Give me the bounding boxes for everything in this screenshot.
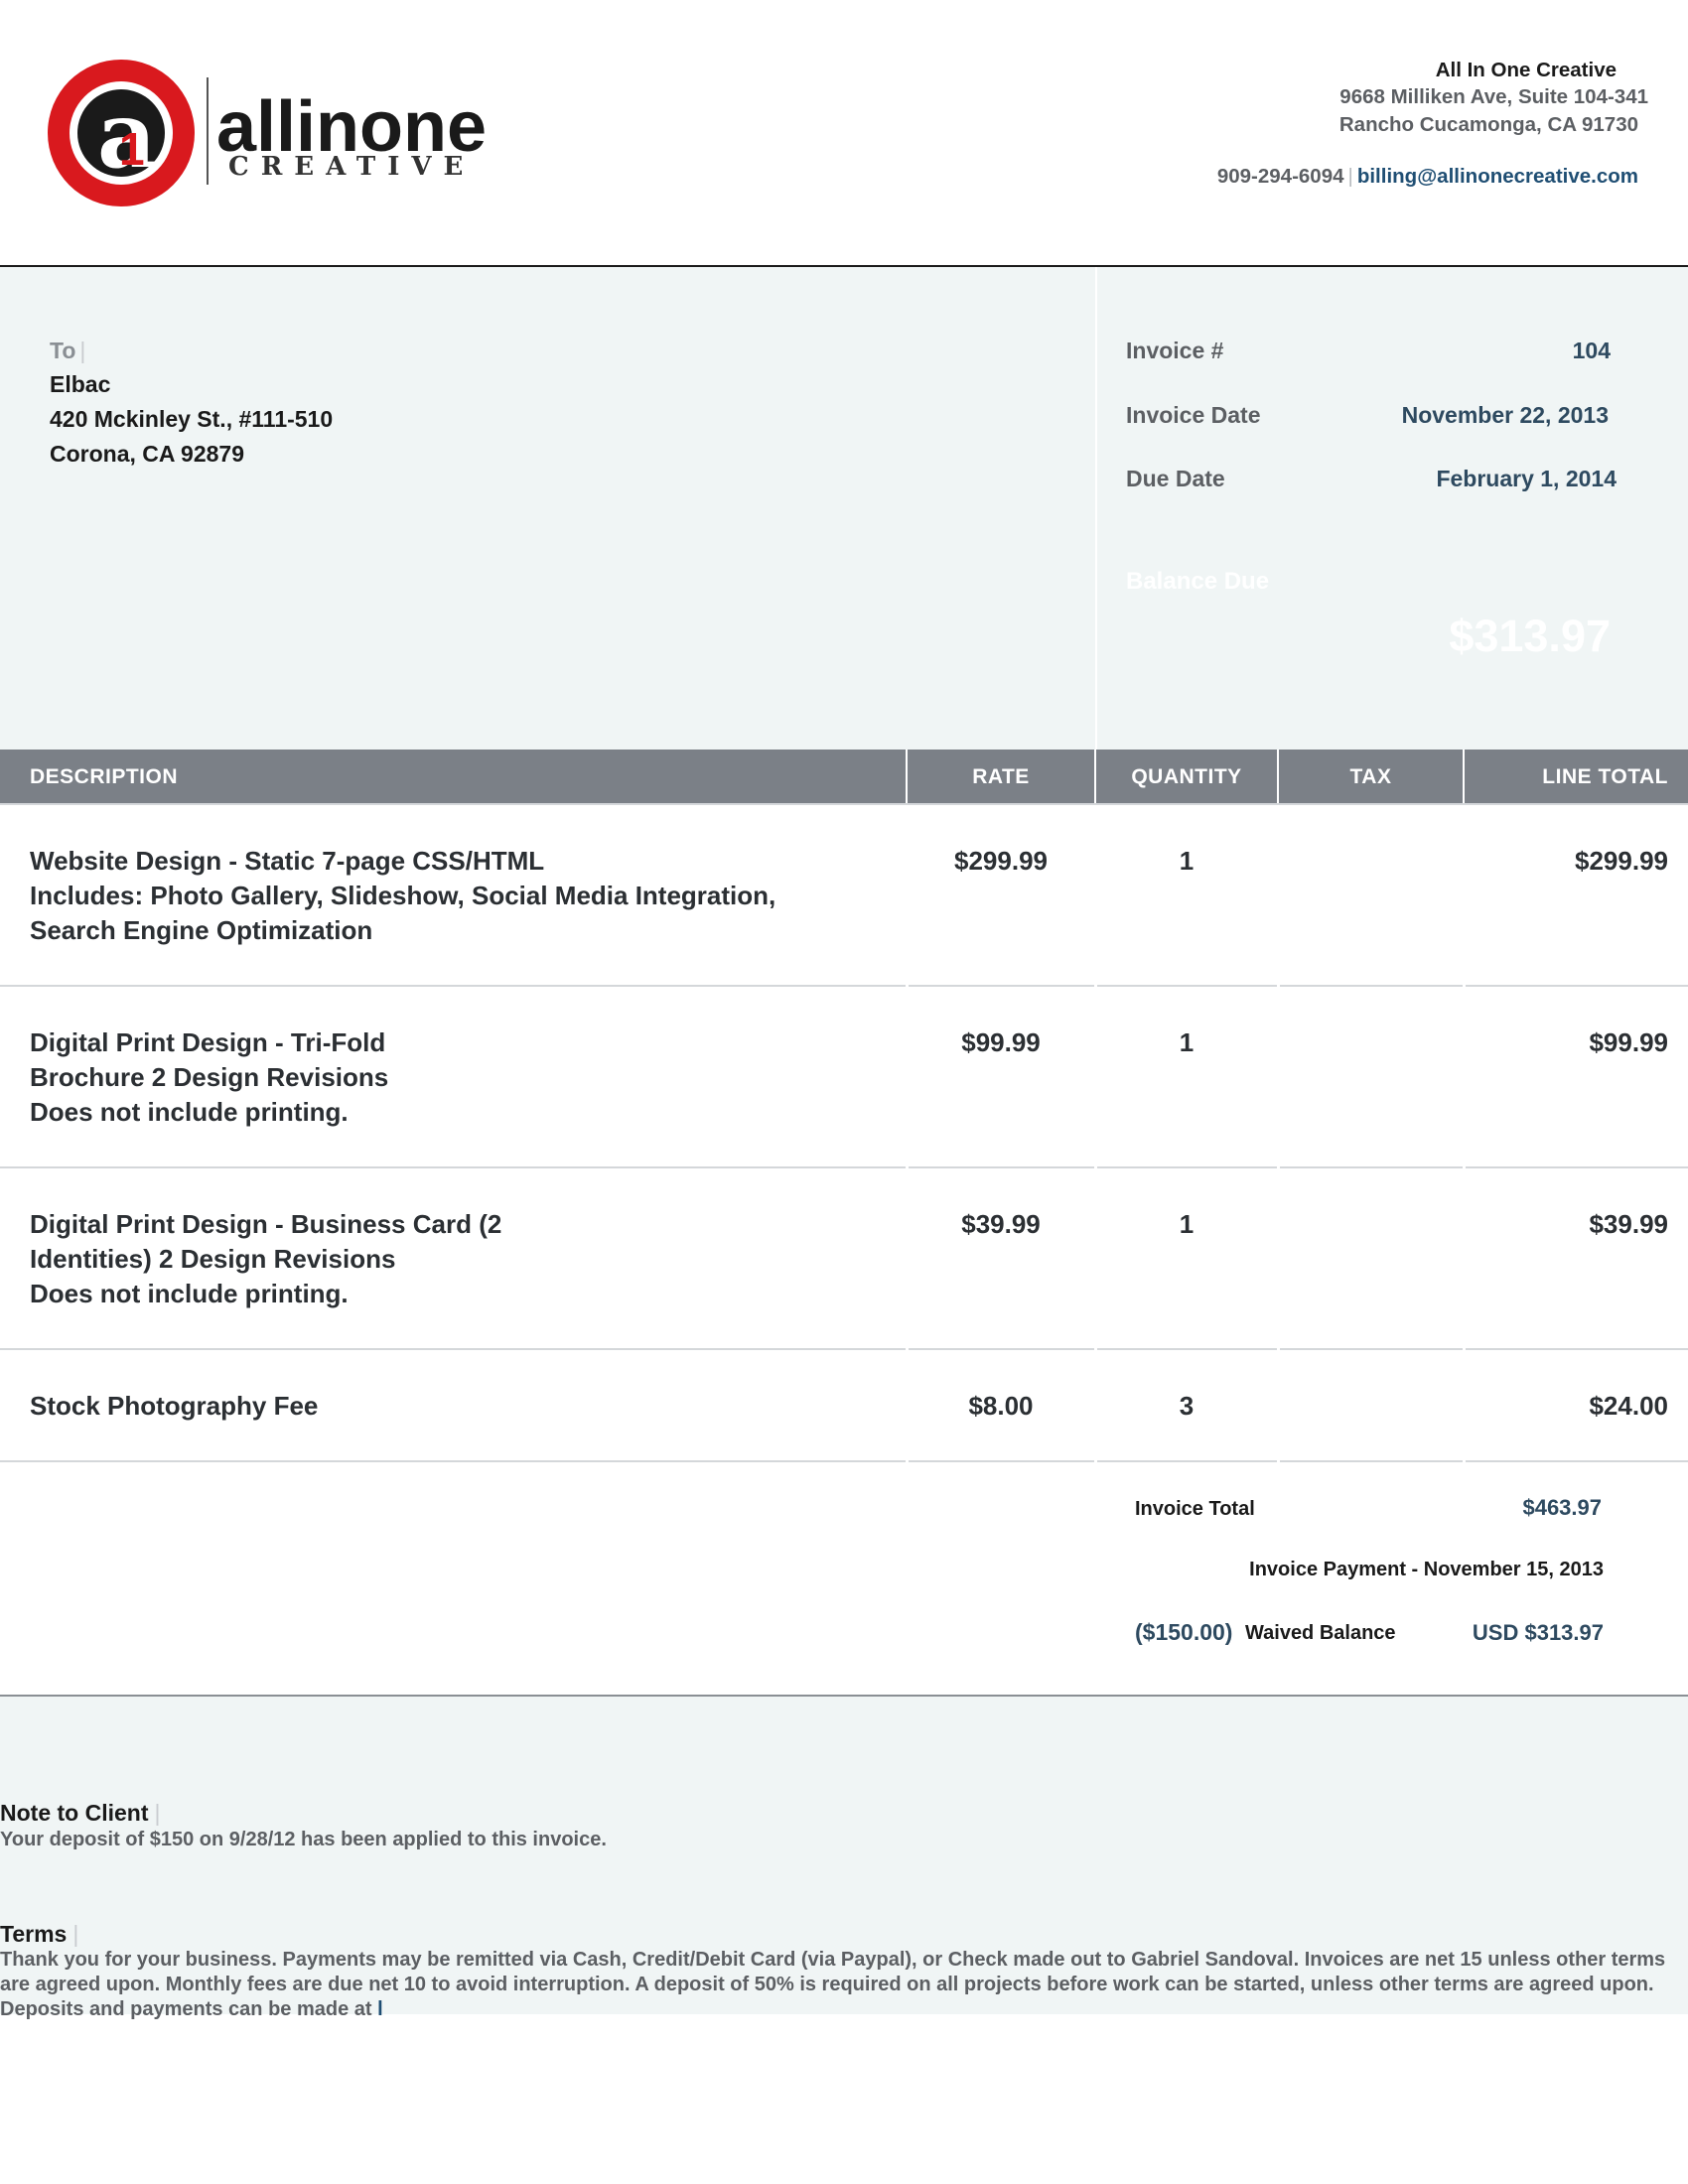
item-rate: $8.00 xyxy=(968,1391,1034,1421)
item-description: Website Design - Static 7-page CSS/HTML … xyxy=(30,846,776,945)
column-header-tax: TAX xyxy=(1349,765,1392,788)
item-quantity: 1 xyxy=(1179,1027,1195,1057)
due-date-label: Due Date xyxy=(1126,466,1225,491)
due-date: February 1, 2014 xyxy=(1436,466,1617,491)
balance-due-label: Balance Due xyxy=(1126,568,1270,595)
header-column-separator xyxy=(1094,750,1096,805)
waived-balance-label: Waived Balance xyxy=(1245,1622,1396,1644)
logo-subtitle: CREATIVE xyxy=(228,152,475,182)
company-logo: a 1 allinone CREATIVE xyxy=(48,60,487,206)
company-contact: 909-294-6094 | billing@allinonecreative.co… xyxy=(993,165,1638,189)
item-line-total: $24.00 xyxy=(1589,1391,1668,1421)
header-column-separator xyxy=(1277,750,1279,805)
invoice-total-value: $463.97 xyxy=(1522,1495,1602,1520)
company-address-line2: Rancho Cucamonga, CA 91730 xyxy=(1338,113,1638,136)
terms-heading: Terms | xyxy=(0,1921,79,1947)
payment-link[interactable]: l xyxy=(377,1998,383,2020)
row-divider xyxy=(0,985,1688,987)
row-divider xyxy=(0,1460,1688,1462)
client-name: Elbac xyxy=(50,371,111,397)
row-divider xyxy=(0,1166,1688,1168)
invoice-total-label: Invoice Total xyxy=(1135,1498,1255,1520)
company-email-link[interactable]: billing@allinonecreative.com xyxy=(1357,165,1638,188)
header-column-separator xyxy=(906,750,908,805)
company-address-line1: 9668 Milliken Ave, Suite 104-341 xyxy=(1339,85,1648,108)
invoice-payment-line: Invoice Payment - November 15, 2013 xyxy=(1249,1559,1604,1580)
header-column-separator xyxy=(1463,750,1465,805)
item-description: Digital Print Design - Business Card (2 … xyxy=(30,1209,502,1308)
header-bottom-line xyxy=(0,803,1688,805)
item-quantity: 3 xyxy=(1179,1391,1195,1421)
item-line-total: $99.99 xyxy=(1589,1027,1668,1057)
client-address-line1: 420 Mckinley St., #111-510 xyxy=(50,406,334,432)
column-header-quantity: QUANTITY xyxy=(1131,765,1242,788)
terms-text: Thank you for your business. Payments ma… xyxy=(0,1949,1666,2020)
item-description: Stock Photography Fee xyxy=(30,1391,319,1421)
item-rate: $99.99 xyxy=(961,1027,1041,1057)
column-header-rate: RATE xyxy=(972,765,1030,788)
item-rate: $39.99 xyxy=(961,1209,1041,1239)
column-separator xyxy=(1463,805,1466,1462)
item-rate: $299.99 xyxy=(954,846,1048,876)
item-quantity: 1 xyxy=(1179,846,1195,876)
company-name: All In One Creative xyxy=(1435,59,1617,81)
column-separator xyxy=(1094,805,1097,1462)
bill-to-label: To | xyxy=(50,338,86,363)
column-header-line-total: LINE TOTAL xyxy=(1542,765,1668,788)
invoice-date: November 22, 2013 xyxy=(1401,402,1609,428)
note-to-client-heading: Note to Client | xyxy=(0,1800,161,1826)
item-quantity: 1 xyxy=(1179,1209,1195,1239)
column-separator xyxy=(906,805,909,1462)
company-phone: 909-294-6094 xyxy=(1216,165,1344,188)
item-description: Digital Print Design - Tri-Fold Brochure… xyxy=(30,1027,389,1127)
item-line-total: $39.99 xyxy=(1589,1209,1668,1239)
invoice-date-label: Invoice Date xyxy=(1126,402,1261,428)
column-separator xyxy=(1277,805,1280,1462)
final-balance: USD $313.97 xyxy=(1472,1620,1604,1645)
row-divider xyxy=(0,1348,1688,1350)
note-to-client-text: Your deposit of $150 on 9/28/12 has been… xyxy=(0,1829,607,1850)
invoice-number: 104 xyxy=(1572,338,1611,363)
waived-amount: ($150.00) xyxy=(1135,1619,1233,1645)
item-line-total: $299.99 xyxy=(1575,846,1668,876)
info-panel-divider xyxy=(1095,267,1097,750)
client-address-line2: Corona, CA 92879 xyxy=(50,441,244,467)
column-header-description: DESCRIPTION xyxy=(30,765,179,788)
invoice-number-label: Invoice # xyxy=(1126,338,1224,363)
balance-due-amount: $313.97 xyxy=(1449,611,1611,661)
logo-mark-number: 1 xyxy=(119,123,145,175)
contact-separator: | xyxy=(1347,165,1353,188)
